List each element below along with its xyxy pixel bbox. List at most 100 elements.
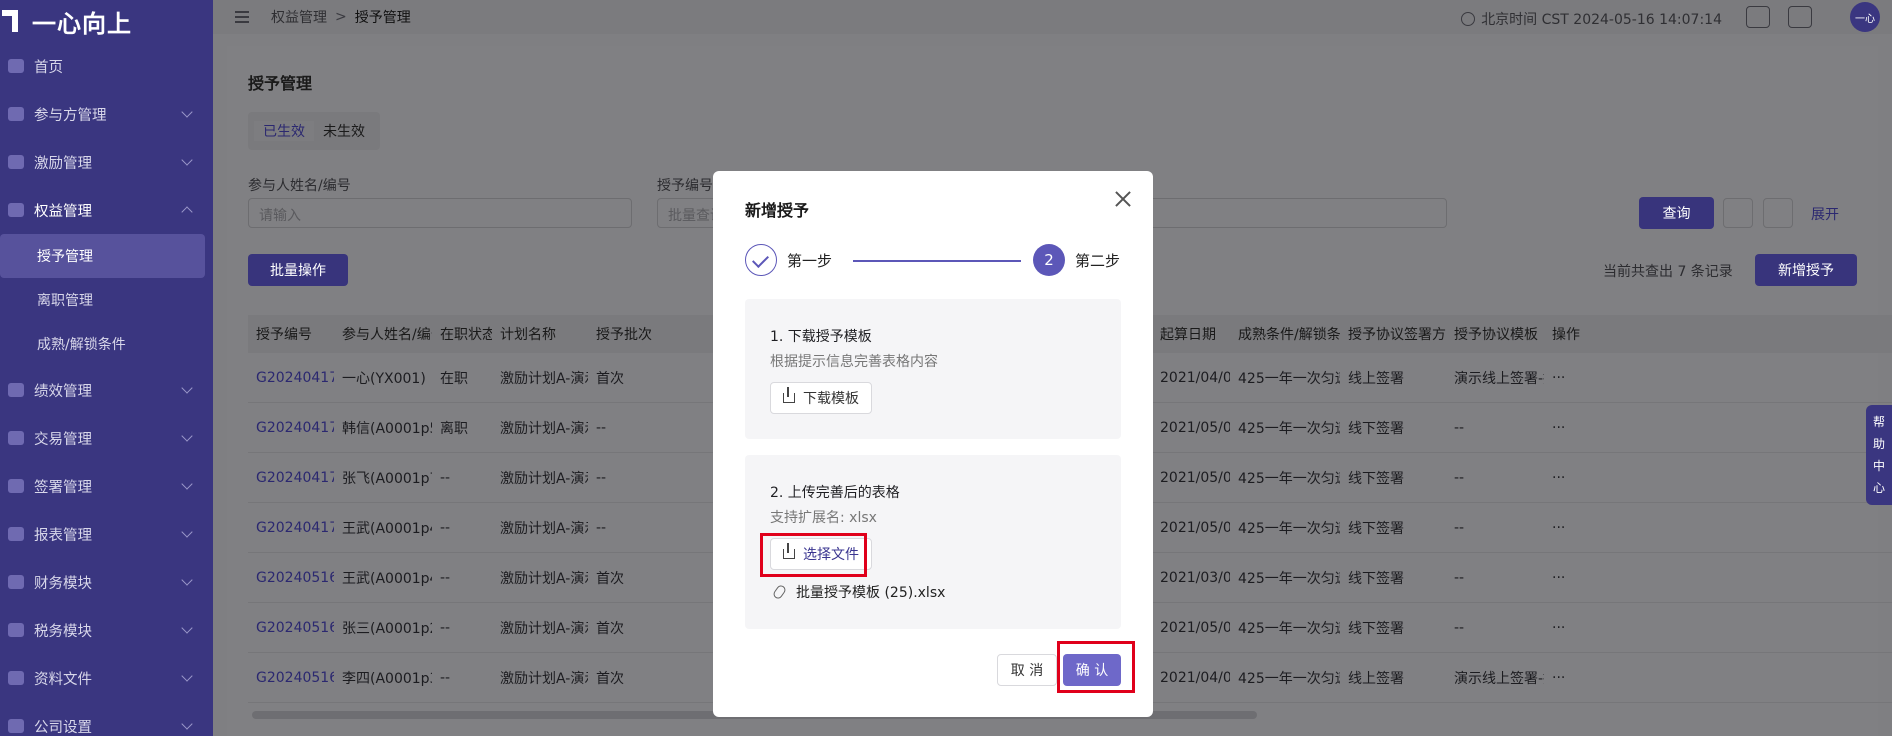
expand-link[interactable]: 展开 bbox=[1811, 204, 1839, 224]
uploaded-file[interactable]: 批量授予模板 (25).xlsx bbox=[771, 582, 945, 602]
participant-input[interactable]: 请输入 bbox=[248, 198, 632, 228]
table-cell: -- bbox=[440, 619, 451, 636]
download-template-button[interactable]: 下载模板 bbox=[770, 382, 872, 414]
report-icon bbox=[8, 527, 24, 541]
cancel-button-label: 取 消 bbox=[1010, 663, 1044, 679]
download-template-label: 下载模板 bbox=[803, 391, 859, 407]
settings-icon bbox=[8, 719, 24, 733]
status-tabs: 已生效 未生效 bbox=[248, 112, 380, 150]
batch-operations-label: 批量操作 bbox=[270, 263, 326, 279]
select-file-highlight bbox=[760, 533, 867, 577]
add-grant-button[interactable]: 新增授予 bbox=[1755, 254, 1857, 286]
help-char: 帮 bbox=[1872, 415, 1885, 429]
add-grant-modal: 新增授予 第一步 2 第二步 1. 下载授予模板 根据提示信息完善表格内容 下载… bbox=[713, 171, 1153, 717]
gift-icon bbox=[8, 155, 24, 169]
sidebar-item[interactable]: 税务模块 bbox=[0, 606, 213, 654]
submenu-item[interactable]: 授予管理 bbox=[0, 234, 205, 278]
avatar[interactable]: 一心 bbox=[1850, 2, 1880, 32]
tab-effective[interactable]: 已生效 bbox=[254, 121, 314, 141]
step1-label: 第一步 bbox=[787, 252, 833, 270]
sidebar-item[interactable]: 交易管理 bbox=[0, 414, 213, 462]
submenu-item[interactable]: 离职管理 bbox=[0, 278, 213, 322]
grant-id-link[interactable]: G202405161 bbox=[248, 570, 334, 586]
table-cell: 线下签署 bbox=[1348, 570, 1404, 587]
equity-icon bbox=[8, 203, 24, 217]
sidebar-item-label: 首页 bbox=[34, 59, 63, 76]
logo-text: 一心向上 bbox=[32, 9, 132, 38]
row-actions-button[interactable]: ··· bbox=[1544, 470, 1584, 486]
sidebar-item-label: 公司设置 bbox=[34, 719, 92, 736]
column-header: 授予批次 bbox=[596, 327, 652, 343]
step2-label: 第二步 bbox=[1075, 252, 1121, 270]
sidebar-item[interactable]: 报表管理 bbox=[0, 510, 213, 558]
filter-button[interactable] bbox=[1763, 198, 1793, 228]
tab-not-effective[interactable]: 未生效 bbox=[314, 121, 374, 141]
grant-id-link[interactable]: G202405163 bbox=[248, 670, 334, 686]
download-section: 1. 下载授予模板 根据提示信息完善表格内容 下载模板 bbox=[745, 299, 1121, 439]
row-actions-button[interactable]: ··· bbox=[1544, 670, 1584, 686]
sidebar-item[interactable]: 财务模块 bbox=[0, 558, 213, 606]
grant-id-link[interactable]: G202404176 bbox=[248, 370, 334, 386]
submenu: 授予管理 离职管理 成熟/解锁条件 bbox=[0, 234, 213, 366]
table-cell: 在职 bbox=[440, 370, 468, 387]
logo-mark-icon bbox=[2, 10, 24, 32]
row-actions-button[interactable]: ··· bbox=[1544, 570, 1584, 586]
folder-icon bbox=[8, 671, 24, 685]
exchange-icon bbox=[8, 431, 24, 445]
grant-id-link[interactable]: G202404178 bbox=[248, 420, 334, 436]
download-section-hint: 根据提示信息完善表格内容 bbox=[770, 354, 938, 370]
sidebar-item[interactable]: 权益管理 bbox=[0, 186, 213, 234]
submenu-item[interactable]: 成熟/解锁条件 bbox=[0, 322, 213, 366]
batch-operations-button[interactable]: 批量操作 bbox=[248, 254, 348, 286]
chevron-down-icon bbox=[181, 574, 193, 586]
reset-button[interactable] bbox=[1723, 198, 1753, 228]
sidebar-item-label: 资料文件 bbox=[34, 671, 92, 688]
table-cell: 张三(A0001p2) bbox=[342, 620, 432, 637]
sidebar-item[interactable]: 签署管理 bbox=[0, 462, 213, 510]
home-icon bbox=[8, 59, 24, 73]
sign-icon bbox=[8, 479, 24, 493]
table-cell: -- bbox=[1454, 519, 1465, 536]
clipboard-icon[interactable] bbox=[1746, 6, 1770, 28]
column-header: 计划名称 bbox=[500, 327, 556, 343]
step-complete-check-icon bbox=[745, 244, 777, 276]
grant-id-link[interactable]: G2024041711 bbox=[248, 520, 334, 536]
row-actions-button[interactable]: ··· bbox=[1544, 620, 1584, 636]
table-cell: 演示线上签署-授予 bbox=[1454, 370, 1544, 387]
row-actions-button[interactable]: ··· bbox=[1544, 370, 1584, 386]
table-cell: -- bbox=[440, 519, 451, 536]
chevron-down-icon bbox=[181, 670, 193, 682]
sidebar-item[interactable]: 绩效管理 bbox=[0, 366, 213, 414]
sidebar-item-label: 税务模块 bbox=[34, 623, 92, 640]
query-button[interactable]: 查询 bbox=[1639, 197, 1714, 229]
logo[interactable]: 一心向上 bbox=[0, 0, 213, 42]
sidebar-item-label: 权益管理 bbox=[34, 203, 92, 220]
breadcrumb-parent[interactable]: 权益管理 bbox=[271, 7, 327, 27]
table-cell: 线下签署 bbox=[1348, 420, 1404, 437]
tax-icon bbox=[8, 623, 24, 637]
sidebar-item-label: 参与方管理 bbox=[34, 107, 107, 124]
grant-id-link[interactable]: G202405162 bbox=[248, 620, 334, 636]
grant-id-link[interactable]: G202404179 bbox=[248, 470, 334, 486]
close-icon[interactable] bbox=[1113, 189, 1133, 209]
row-actions-button[interactable]: ··· bbox=[1544, 520, 1584, 536]
users-icon bbox=[8, 107, 24, 121]
help-center-tab[interactable]: 帮助中心 bbox=[1866, 405, 1892, 505]
table-cell: -- bbox=[1454, 569, 1465, 586]
table-cell: 2021/04/01 bbox=[1160, 369, 1230, 386]
row-actions-button[interactable]: ··· bbox=[1544, 420, 1584, 436]
sidebar-menu: 首页参与方管理激励管理权益管理授予管理 离职管理 成熟/解锁条件 绩效管理 交易管理 签署… bbox=[0, 42, 213, 736]
sidebar-item[interactable]: 参与方管理 bbox=[0, 90, 213, 138]
sidebar-item[interactable]: 公司设置 bbox=[0, 702, 213, 736]
table-cell: 首次 bbox=[596, 370, 624, 387]
table-cell: 李四(A0001p3) bbox=[342, 670, 432, 687]
table-cell: -- bbox=[1454, 619, 1465, 636]
chevron-down-icon bbox=[181, 382, 193, 394]
sidebar-item[interactable]: 资料文件 bbox=[0, 654, 213, 702]
cancel-button[interactable]: 取 消 bbox=[997, 654, 1057, 686]
sidebar-item[interactable]: 首页 bbox=[0, 42, 213, 90]
help-char: 心 bbox=[1872, 481, 1885, 495]
fullscreen-icon[interactable] bbox=[1788, 6, 1812, 28]
sidebar-item[interactable]: 激励管理 bbox=[0, 138, 213, 186]
collapse-menu-icon[interactable] bbox=[235, 11, 249, 23]
